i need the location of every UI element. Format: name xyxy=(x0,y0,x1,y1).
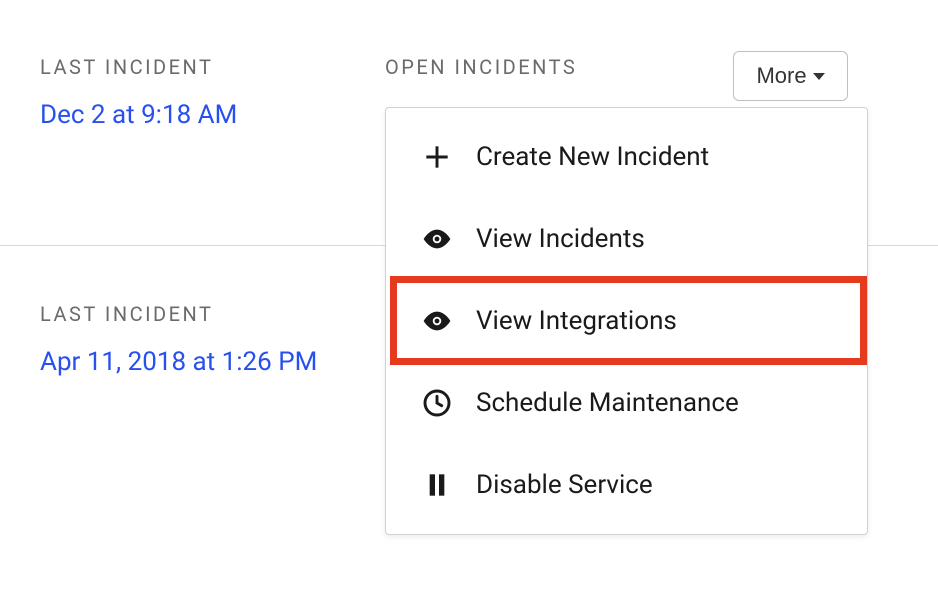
last-incident-block-1: LAST INCIDENT Dec 2 at 9:18 AM xyxy=(40,55,237,135)
service-row-2: LAST INCIDENT Apr 11, 2018 at 1:26 PM xyxy=(40,302,340,382)
menu-item-label: Schedule Maintenance xyxy=(476,388,739,418)
menu-item-disable-service[interactable]: Disable Service xyxy=(386,444,867,526)
menu-item-label: View Integrations xyxy=(476,306,677,336)
plus-icon xyxy=(420,140,454,174)
menu-item-view-incidents[interactable]: View Incidents xyxy=(386,198,867,280)
menu-item-label: Disable Service xyxy=(476,470,653,500)
last-incident-label: LAST INCIDENT xyxy=(40,55,237,79)
menu-item-schedule-maintenance[interactable]: Schedule Maintenance xyxy=(386,362,867,444)
menu-item-view-integrations[interactable]: View Integrations xyxy=(386,280,867,362)
menu-item-label: View Incidents xyxy=(476,224,645,254)
menu-item-label: Create New Incident xyxy=(476,142,709,172)
more-button[interactable]: More xyxy=(733,51,848,101)
more-dropdown-menu: Create New Incident View Incidents View … xyxy=(385,107,868,535)
last-incident-label: LAST INCIDENT xyxy=(40,302,340,326)
clock-icon xyxy=(420,386,454,420)
open-incidents-label: OPEN INCIDENTS xyxy=(385,55,577,79)
eye-icon xyxy=(420,222,454,256)
caret-down-icon xyxy=(813,73,825,80)
last-incident-link[interactable]: Dec 2 at 9:18 AM xyxy=(40,97,237,135)
last-incident-link[interactable]: Apr 11, 2018 at 1:26 PM xyxy=(40,344,340,382)
pause-icon xyxy=(420,468,454,502)
more-button-label: More xyxy=(756,63,806,89)
eye-icon xyxy=(420,304,454,338)
menu-item-create-incident[interactable]: Create New Incident xyxy=(386,116,867,198)
